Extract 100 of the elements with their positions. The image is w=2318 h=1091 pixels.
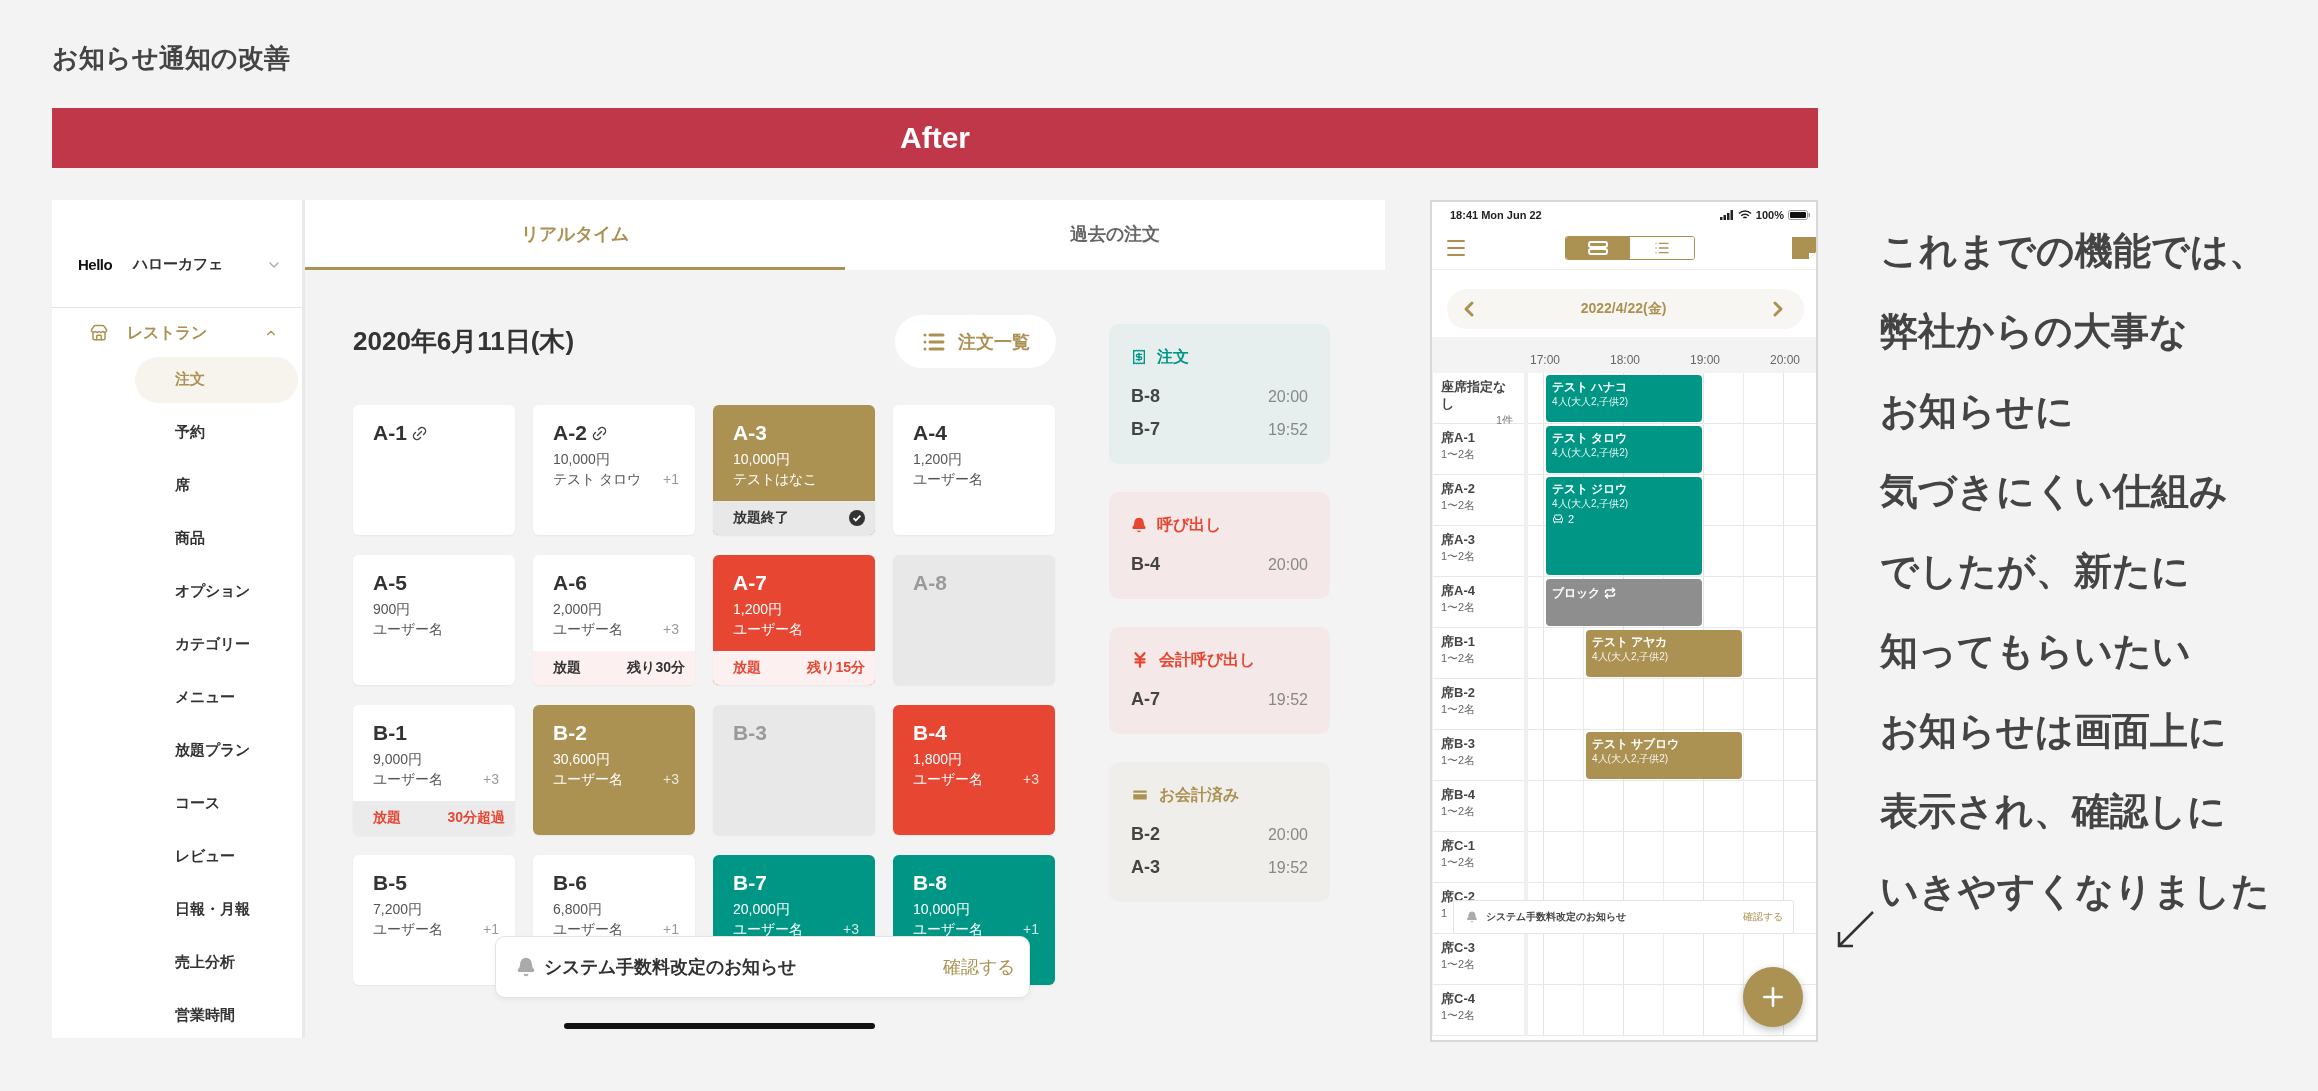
- table-number: A-1: [373, 421, 407, 445]
- nav-item[interactable]: 商品: [135, 515, 298, 562]
- notice-title: 会計呼び出し: [1159, 649, 1255, 670]
- seat-name: 席B-1: [1441, 633, 1475, 650]
- table-number: A-8: [913, 571, 947, 595]
- nav-item[interactable]: コース: [135, 780, 298, 827]
- check-icon: [849, 510, 865, 526]
- table-card[interactable]: A-2 10,000円 テスト タロウ +1: [533, 405, 695, 535]
- table-card[interactable]: A-3 10,000円 テストはなこ 放題終了: [713, 405, 875, 535]
- chair-icon: [1552, 513, 1564, 525]
- caption-line: これまでの機能では、: [1880, 229, 2268, 274]
- guest-name: ユーザー名: [373, 620, 443, 639]
- party-size: 4人(大人2,子供2): [1552, 497, 1630, 511]
- plan-label: 放題: [553, 659, 581, 677]
- table-card[interactable]: B-4 1,800円 ユーザー名 +3: [893, 705, 1055, 835]
- seat-capacity: 1〜2名: [1441, 753, 1476, 768]
- shop-logo: Hello: [78, 256, 114, 273]
- caption-line: お知らせに: [1880, 389, 2075, 434]
- guest-name: ユーザー名: [553, 770, 623, 789]
- guest-count: +3: [1023, 770, 1039, 789]
- notice-title: 注文: [1157, 346, 1189, 367]
- seat-capacity: 1〜2名: [1441, 957, 1476, 972]
- notice-time: 19:52: [1267, 690, 1308, 709]
- guest-count: +1: [483, 920, 499, 939]
- table-number: B-5: [373, 871, 407, 895]
- table-number: B-1: [373, 721, 407, 745]
- table-number: A-4: [913, 421, 947, 445]
- guest-name: ユーザー名: [373, 770, 443, 789]
- party-size: 4人(大人2,子供2): [1592, 650, 1670, 664]
- nav-item[interactable]: 日報・月報: [135, 886, 298, 933]
- seat-capacity: 1〜2名: [1441, 600, 1476, 615]
- guest-name: ユーザー名: [553, 920, 623, 939]
- signal-icon: [1719, 209, 1734, 220]
- notice-table[interactable]: B-7: [1131, 419, 1160, 440]
- caption-line: でしたが、新たに: [1880, 549, 2191, 594]
- order-amount: 10,000円: [913, 900, 970, 919]
- plan-label: 放題: [733, 659, 761, 677]
- seat-capacity: 1〜2名: [1441, 651, 1476, 666]
- caption-line: 弊社からの大事な: [1880, 309, 2189, 354]
- nav-item[interactable]: 予約: [135, 409, 298, 456]
- guest-count: +1: [663, 470, 679, 489]
- seat-name: 席A-3: [1441, 531, 1475, 548]
- table-number: A-5: [373, 571, 407, 595]
- notice-table[interactable]: B-8: [1131, 386, 1160, 407]
- table-card[interactable]: A-1: [353, 405, 515, 535]
- guest-count: +3: [843, 920, 859, 939]
- note-icon[interactable]: [1792, 237, 1816, 259]
- notice-table[interactable]: A-7: [1131, 689, 1160, 710]
- caption-line: 気づきにくい仕組み: [1880, 469, 2229, 514]
- table-number: A-6: [553, 571, 587, 595]
- party-size: 4人(大人2,子供2): [1592, 752, 1670, 766]
- table-card[interactable]: B-1 9,000円 ユーザー名 +3 放題 30分超過: [353, 705, 515, 835]
- nav-item[interactable]: メニュー: [135, 674, 298, 721]
- party-size: 4人(大人2,子供2): [1552, 395, 1630, 409]
- table-card[interactable]: A-7 1,200円 ユーザー名 放題 残り15分: [713, 555, 875, 685]
- table-card[interactable]: A-5 900円 ユーザー名: [353, 555, 515, 685]
- tab[interactable]: 過去の注文: [845, 200, 1385, 270]
- time-label: 17:00: [1529, 353, 1561, 367]
- nav-item[interactable]: 席: [135, 462, 298, 509]
- view-toggle-button[interactable]: [1566, 237, 1630, 259]
- seat-capacity: 1〜2名: [1441, 447, 1476, 462]
- table-number: A-2: [553, 421, 587, 445]
- notice-table[interactable]: B-2: [1131, 824, 1160, 845]
- nav-item[interactable]: カテゴリー: [135, 621, 298, 668]
- after-banner: After: [52, 108, 1818, 168]
- nav-item[interactable]: レビュー: [135, 833, 298, 880]
- reservation-block[interactable]: テスト タロウ 4人(大人2,子供2): [1546, 426, 1702, 473]
- order-amount: 10,000円: [553, 450, 610, 469]
- status-time: 18:41 Mon Jun 22: [1450, 208, 1543, 221]
- time-label: 19:00: [1689, 353, 1721, 367]
- shop-name[interactable]: ハローカフェ: [133, 255, 266, 274]
- guest-name: テスト アヤカ: [1592, 634, 1669, 650]
- seat-capacity: 1〜2名: [1441, 1008, 1476, 1023]
- party-size: 4人(大人2,子供2): [1552, 446, 1630, 460]
- nav-item[interactable]: 放題プラン: [135, 727, 298, 774]
- nav-item[interactable]: 売上分析: [135, 939, 298, 986]
- list-icon: [1654, 240, 1670, 256]
- guest-name: テスト タロウ: [1552, 430, 1629, 446]
- table-card[interactable]: A-4 1,200円 ユーザー名: [893, 405, 1055, 535]
- receipt-icon: [1131, 349, 1147, 365]
- notice-title: お会計済み: [1159, 784, 1239, 805]
- block-label: ブロック: [1552, 585, 1600, 601]
- notice-table[interactable]: B-4: [1131, 554, 1160, 575]
- nav-item[interactable]: オプション: [135, 568, 298, 615]
- table-card[interactable]: A-6 2,000円 ユーザー名 +3 放題 残り30分: [533, 555, 695, 685]
- notice-time: 20:00: [1267, 825, 1308, 844]
- reservation-block[interactable]: テスト ジロウ 4人(大人2,子供2) 2: [1546, 477, 1702, 575]
- reservation-block[interactable]: テスト ハナコ 4人(大人2,子供2): [1546, 375, 1702, 422]
- plan-label: 放題終了: [733, 509, 789, 527]
- seat-name: 席B-2: [1441, 684, 1475, 701]
- nav-item[interactable]: 営業時間: [135, 992, 298, 1038]
- date-label: 2022/4/22(金): [1580, 300, 1667, 318]
- table-number: B-8: [913, 871, 947, 895]
- notice-table[interactable]: A-3: [1131, 857, 1160, 878]
- caption-line: 表示され、確認しに: [1880, 789, 2227, 834]
- guest-name: ユーザー名: [913, 770, 983, 789]
- seat-name: 席B-4: [1441, 786, 1475, 803]
- table-card[interactable]: B-5 7,200円 ユーザー名 +1: [353, 855, 515, 985]
- seat-capacity: 1〜2名: [1441, 549, 1476, 564]
- guest-count: +1: [663, 920, 679, 939]
